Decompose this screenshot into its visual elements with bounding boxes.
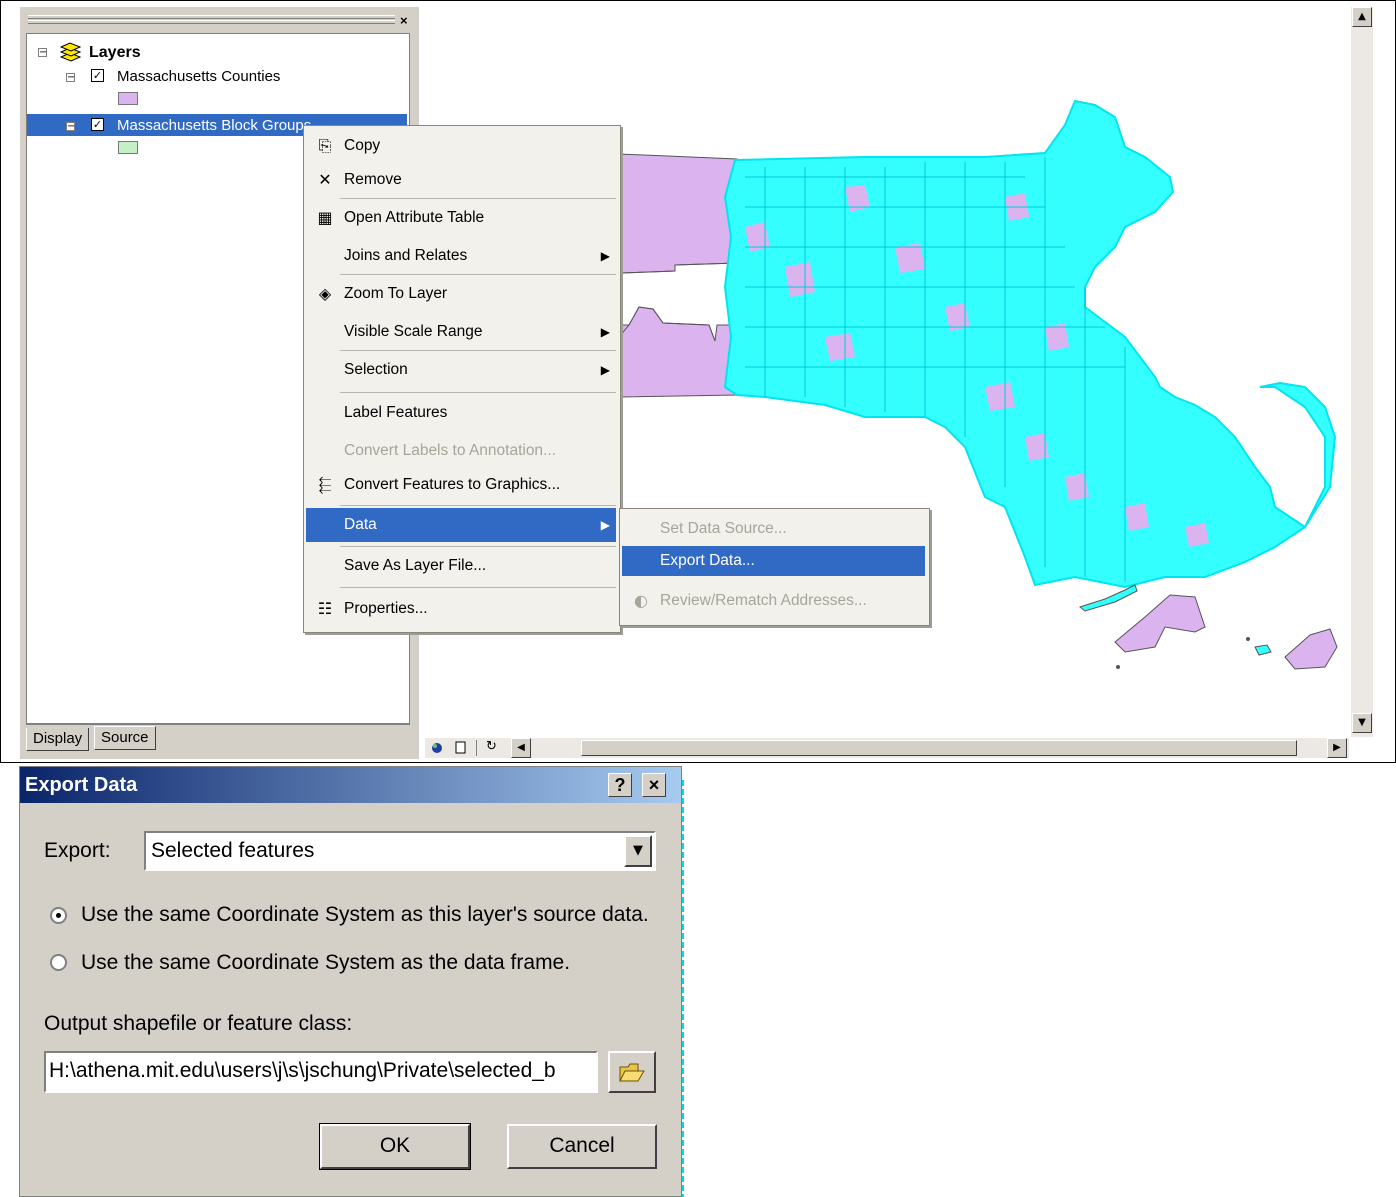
layer-visibility-checkbox[interactable]: ✓ — [91, 69, 104, 82]
tab-display[interactable]: Display — [26, 728, 90, 751]
tab-divider — [26, 724, 410, 725]
layer-visibility-checkbox[interactable]: ✓ — [91, 118, 104, 131]
arcmap-window: × − Layers − ✓ Massachusetts Counties − … — [0, 0, 1396, 763]
properties-icon: ☷ — [317, 599, 333, 618]
dialog-edge-artifact — [682, 780, 684, 1197]
collapse-icon[interactable]: − — [66, 122, 75, 132]
menu-separator — [340, 274, 616, 275]
copy-icon: ⎘ — [318, 136, 332, 155]
grip-line — [28, 20, 395, 24]
layers-root-label[interactable]: Layers — [89, 44, 141, 62]
radio-source-label[interactable]: Use the same Coordinate System as this l… — [81, 903, 649, 927]
layer-context-menu: ⎘ Copy ✕ Remove ▦ Open Attribute Table J… — [303, 125, 621, 633]
submenu-arrow-icon: ▶ — [600, 363, 610, 377]
legend-swatch-block-groups[interactable] — [118, 141, 138, 154]
page-icon[interactable] — [455, 741, 467, 755]
remove-icon: ✕ — [318, 170, 332, 189]
submenu-arrow-icon: ▶ — [600, 325, 610, 339]
map-vertical-scrollbar[interactable]: ▲ ▼ — [1351, 7, 1373, 737]
layers-icon — [59, 42, 82, 62]
layer-name-counties[interactable]: Massachusetts Counties — [117, 68, 280, 85]
radio-dot — [56, 913, 61, 918]
open-folder-icon — [619, 1063, 645, 1082]
export-select-value: Selected features — [151, 839, 315, 862]
browse-button[interactable] — [608, 1051, 656, 1093]
scroll-up-icon[interactable]: ▲ — [1352, 7, 1372, 27]
output-path-input[interactable]: H:\athena.mit.edu\users\j\s\jschung\Priv… — [44, 1051, 598, 1093]
export-data-dialog: Export Data ? × Export: Selected feature… — [19, 766, 682, 1197]
scroll-right-icon[interactable]: ▶ — [1327, 738, 1347, 758]
collapse-icon[interactable]: − — [38, 48, 47, 58]
menu-separator — [340, 546, 616, 547]
menu-item-set-data-source[interactable]: Set Data Source... — [622, 514, 925, 544]
menu-item-remove[interactable]: ✕ Remove — [306, 165, 616, 195]
ok-button[interactable]: OK — [319, 1123, 471, 1170]
menu-item-convert-features-to-graphics[interactable]: ⬱ Convert Features to Graphics... — [306, 470, 616, 500]
menu-separator — [340, 505, 616, 506]
menu-item-zoom-to-layer[interactable]: ◈ Zoom To Layer — [306, 279, 616, 309]
menu-item-save-as-layer-file[interactable]: Save As Layer File... — [306, 551, 616, 581]
menu-item-copy[interactable]: ⎘ Copy — [306, 131, 616, 161]
close-button[interactable]: × — [642, 773, 666, 797]
menu-separator — [340, 350, 616, 351]
menu-separator — [340, 198, 616, 199]
menu-item-visible-scale-range[interactable]: Visible Scale Range ▶ — [306, 317, 616, 347]
scroll-thumb[interactable] — [581, 740, 1297, 756]
menu-item-label-features[interactable]: Label Features — [306, 398, 616, 428]
grip-line — [28, 15, 395, 19]
convert-graphics-icon: ⬱ — [318, 475, 332, 494]
globe-icon[interactable] — [431, 742, 443, 754]
toc-close-icon[interactable]: × — [400, 13, 408, 28]
rematch-icon: ◐ — [634, 591, 648, 610]
dialog-title-bar[interactable]: Export Data ? × — [20, 767, 681, 803]
toolbar-separator — [476, 740, 477, 756]
chevron-down-icon[interactable]: ▼ — [624, 835, 652, 867]
radio-source-coordinate-system[interactable] — [50, 907, 67, 924]
menu-item-export-data[interactable]: Export Data... — [622, 546, 925, 576]
export-select[interactable]: Selected features ▼ — [144, 831, 656, 871]
tab-source[interactable]: Source — [94, 726, 156, 750]
menu-item-convert-labels[interactable]: Convert Labels to Annotation... — [306, 436, 616, 466]
scroll-down-icon[interactable]: ▼ — [1352, 713, 1372, 733]
refresh-icon[interactable]: ↻ — [486, 739, 497, 754]
dialog-title: Export Data — [25, 774, 138, 796]
table-icon: ▦ — [317, 208, 333, 227]
western-counties-shape — [618, 153, 738, 398]
cancel-button[interactable]: Cancel — [507, 1124, 657, 1169]
elizabeth-islands-shape — [1078, 584, 1138, 612]
radio-frame-coordinate-system[interactable] — [50, 954, 67, 971]
islet — [1246, 637, 1250, 641]
menu-item-review-rematch-addresses[interactable]: ◐ Review/Rematch Addresses... — [622, 586, 925, 616]
submenu-arrow-icon: ▶ — [600, 518, 610, 532]
data-submenu: Set Data Source... Export Data... ◐ Revi… — [619, 508, 930, 626]
menu-separator — [340, 392, 616, 393]
submenu-arrow-icon: ▶ — [600, 249, 610, 263]
menu-item-properties[interactable]: ☷ Properties... — [306, 594, 616, 624]
collapse-icon[interactable]: − — [66, 73, 75, 83]
menu-item-data[interactable]: Data ▶ — [306, 508, 616, 542]
output-path-value: H:\athena.mit.edu\users\j\s\jschung\Priv… — [49, 1059, 556, 1082]
islet — [1116, 665, 1120, 669]
scroll-left-icon[interactable]: ◀ — [511, 738, 531, 758]
menu-item-open-attribute-table[interactable]: ▦ Open Attribute Table — [306, 203, 616, 233]
nantucket-shape — [1284, 628, 1338, 670]
help-button[interactable]: ? — [608, 773, 632, 797]
tuckernuck-shape — [1254, 644, 1272, 656]
radio-frame-label[interactable]: Use the same Coordinate System as the da… — [81, 951, 570, 975]
toc-title-strip[interactable] — [20, 11, 419, 31]
zoom-to-layer-icon: ◈ — [318, 284, 332, 303]
menu-item-joins-and-relates[interactable]: Joins and Relates ▶ — [306, 241, 616, 271]
output-label: Output shapefile or feature class: — [44, 1012, 353, 1035]
marthas-vineyard-shape — [1114, 594, 1206, 653]
map-horizontal-scrollbar[interactable]: ↻ ◀ ▶ — [425, 738, 1349, 758]
legend-swatch-counties[interactable] — [118, 92, 138, 105]
export-label: Export: — [44, 839, 111, 862]
layer-name-block-groups[interactable]: Massachusetts Block Groups — [117, 117, 311, 134]
menu-separator — [340, 587, 616, 588]
menu-item-selection[interactable]: Selection ▶ — [306, 355, 616, 385]
